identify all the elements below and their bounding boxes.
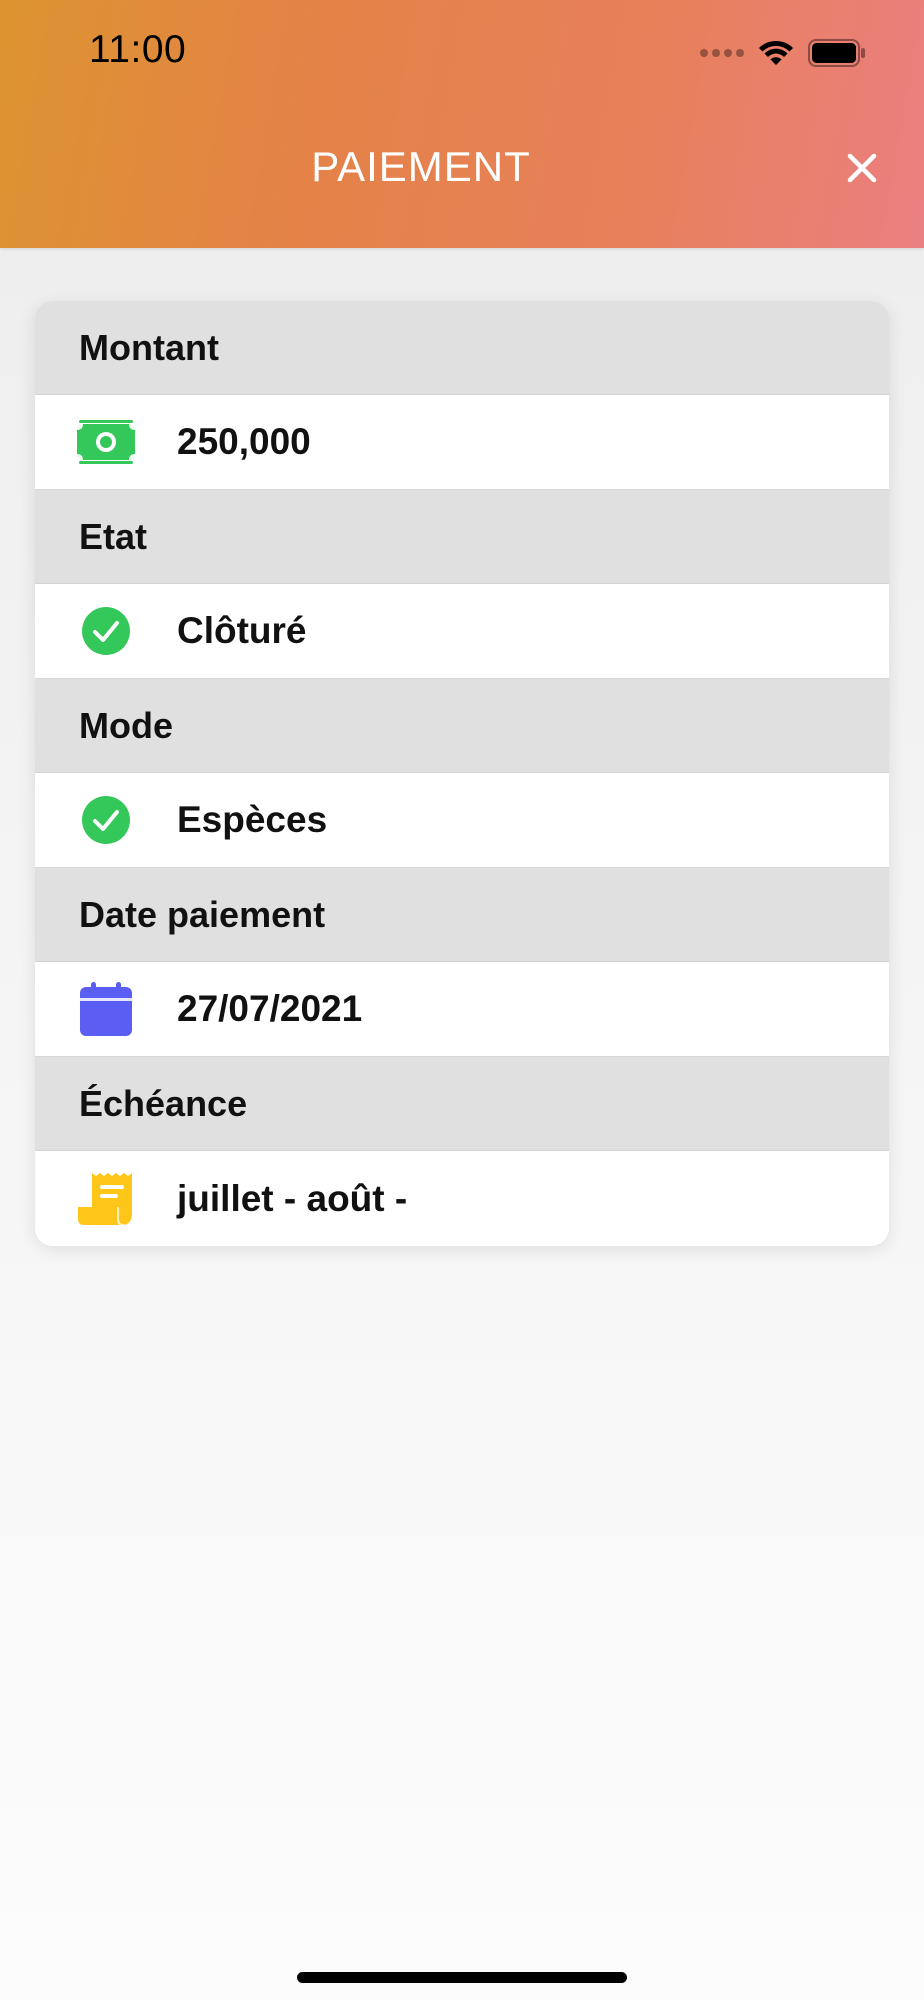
section-row-montant: 250,000	[35, 395, 889, 490]
wifi-icon	[759, 40, 793, 65]
page-title: PAIEMENT	[311, 143, 531, 190]
section-header-echeance: Échéance	[35, 1057, 889, 1151]
calendar-icon	[77, 980, 135, 1038]
check-circle-icon	[77, 791, 135, 849]
due-period-value: juillet - août -	[177, 1177, 408, 1219]
status-bar-icons	[700, 34, 866, 72]
section-header-date-paiement: Date paiement	[35, 868, 889, 962]
section-row-date-paiement: 27/07/2021	[35, 962, 889, 1057]
nav-header: 11:00 PAIEMENT	[0, 0, 924, 248]
section-row-mode: Espèces	[35, 773, 889, 868]
section-header-montant: Montant	[35, 301, 889, 395]
payment-date-value: 27/07/2021	[177, 988, 363, 1029]
status-value: Clôturé	[177, 610, 307, 651]
check-circle-icon	[77, 602, 135, 660]
section-row-etat: Clôturé	[35, 584, 889, 679]
battery-icon	[808, 39, 865, 67]
close-button[interactable]	[832, 138, 892, 198]
money-icon	[77, 413, 135, 471]
status-bar-time: 11:00	[89, 28, 187, 71]
section-row-echeance: juillet - août -	[35, 1151, 889, 1246]
mode-value: Espèces	[177, 799, 328, 840]
cellular-signal-icon	[700, 49, 744, 57]
payment-details-card: Montant 250,000 Etat Clôturé Mode Espèce…	[35, 301, 889, 1246]
receipt-icon	[77, 1170, 135, 1228]
section-header-mode: Mode	[35, 679, 889, 773]
home-indicator[interactable]	[297, 1972, 627, 1983]
close-icon	[847, 153, 877, 183]
section-header-etat: Etat	[35, 490, 889, 584]
amount-value: 250,000	[177, 421, 311, 462]
